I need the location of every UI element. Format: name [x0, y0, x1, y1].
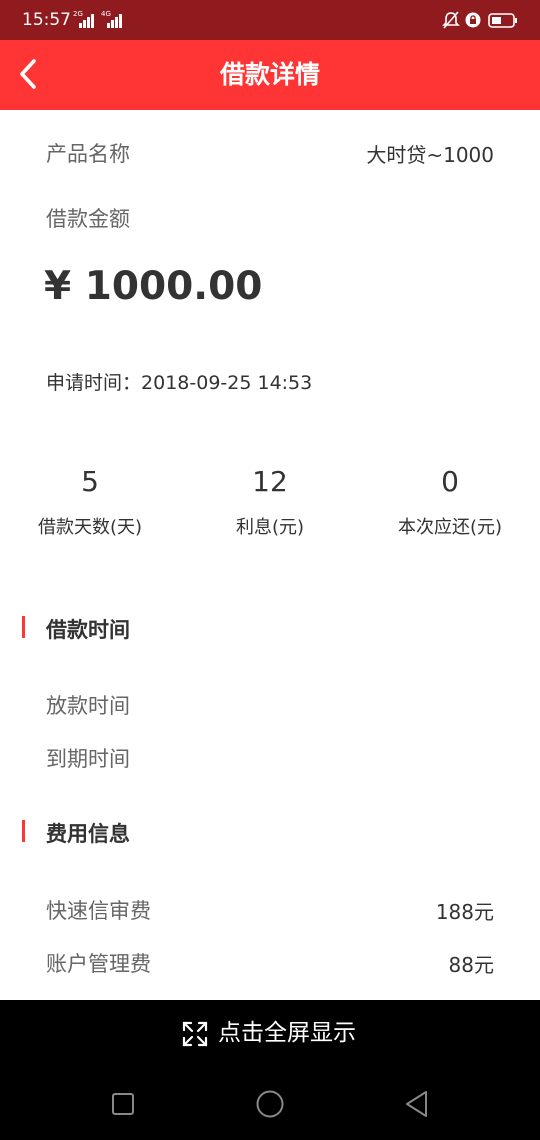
- loan-detail-content: 产品名称 大时贷~1000 借款金额 ¥ 1000.00 申请时间：2018-0…: [0, 110, 540, 1000]
- app-header: 借款详情: [0, 40, 540, 110]
- fullscreen-label: 点击全屏显示: [218, 1020, 356, 1046]
- stat-interest: 12 利息(元): [180, 465, 360, 539]
- fee-value-review: 188元: [435, 900, 494, 924]
- expand-icon: [182, 1021, 208, 1047]
- stat-value: 12: [252, 465, 288, 498]
- signal-icon: 4G: [101, 10, 127, 28]
- page-title: 借款详情: [219, 60, 320, 89]
- disbursement-time-label: 放款时间: [46, 694, 130, 718]
- sim1-network-label: 2G: [73, 10, 83, 18]
- fullscreen-prompt[interactable]: 点击全屏显示: [0, 1000, 540, 1066]
- section-accent-bar: [22, 616, 25, 638]
- status-time: 15:57: [22, 10, 71, 30]
- sim2-network-label: 4G: [101, 10, 111, 18]
- status-bar: 15:57 2G 4G: [0, 0, 540, 40]
- stat-label: 本次应还(元): [397, 517, 503, 538]
- fee-value-account: 88元: [448, 953, 494, 977]
- apply-time: 申请时间：2018-09-25 14:53: [46, 368, 312, 395]
- signal-icon: 2G: [73, 10, 99, 28]
- fee-label-review: 快速信审费: [46, 899, 151, 923]
- product-name-value: 大时贷~1000: [366, 143, 494, 167]
- fee-label-account: 账户管理费: [46, 952, 151, 976]
- section-title-fee-info: 费用信息: [46, 822, 130, 846]
- apply-time-value: 2018-09-25 14:53: [141, 372, 313, 394]
- loan-amount-label: 借款金额: [46, 207, 130, 231]
- back-triangle-icon[interactable]: [401, 1088, 433, 1120]
- due-time-label: 到期时间: [46, 747, 130, 771]
- stat-label: 借款天数(天): [37, 517, 143, 538]
- stat-amount-due: 0 本次应还(元): [360, 465, 540, 539]
- mute-bell-icon: [442, 11, 460, 29]
- stat-label: 利息(元): [235, 517, 305, 538]
- home-icon[interactable]: [254, 1088, 286, 1120]
- system-nav-bar: [0, 1066, 540, 1140]
- recent-apps-icon[interactable]: [107, 1088, 139, 1120]
- apply-time-label: 申请时间：: [46, 372, 142, 394]
- stat-value: 5: [81, 465, 99, 498]
- loan-amount-value: ¥ 1000.00: [44, 264, 263, 309]
- product-name-label: 产品名称: [46, 142, 130, 166]
- section-title-loan-time: 借款时间: [46, 618, 130, 642]
- stat-loan-days: 5 借款天数(天): [0, 465, 180, 539]
- battery-icon: [488, 13, 517, 28]
- stat-value: 0: [441, 465, 459, 498]
- section-accent-bar: [22, 820, 25, 842]
- rotation-lock-icon: [465, 12, 481, 28]
